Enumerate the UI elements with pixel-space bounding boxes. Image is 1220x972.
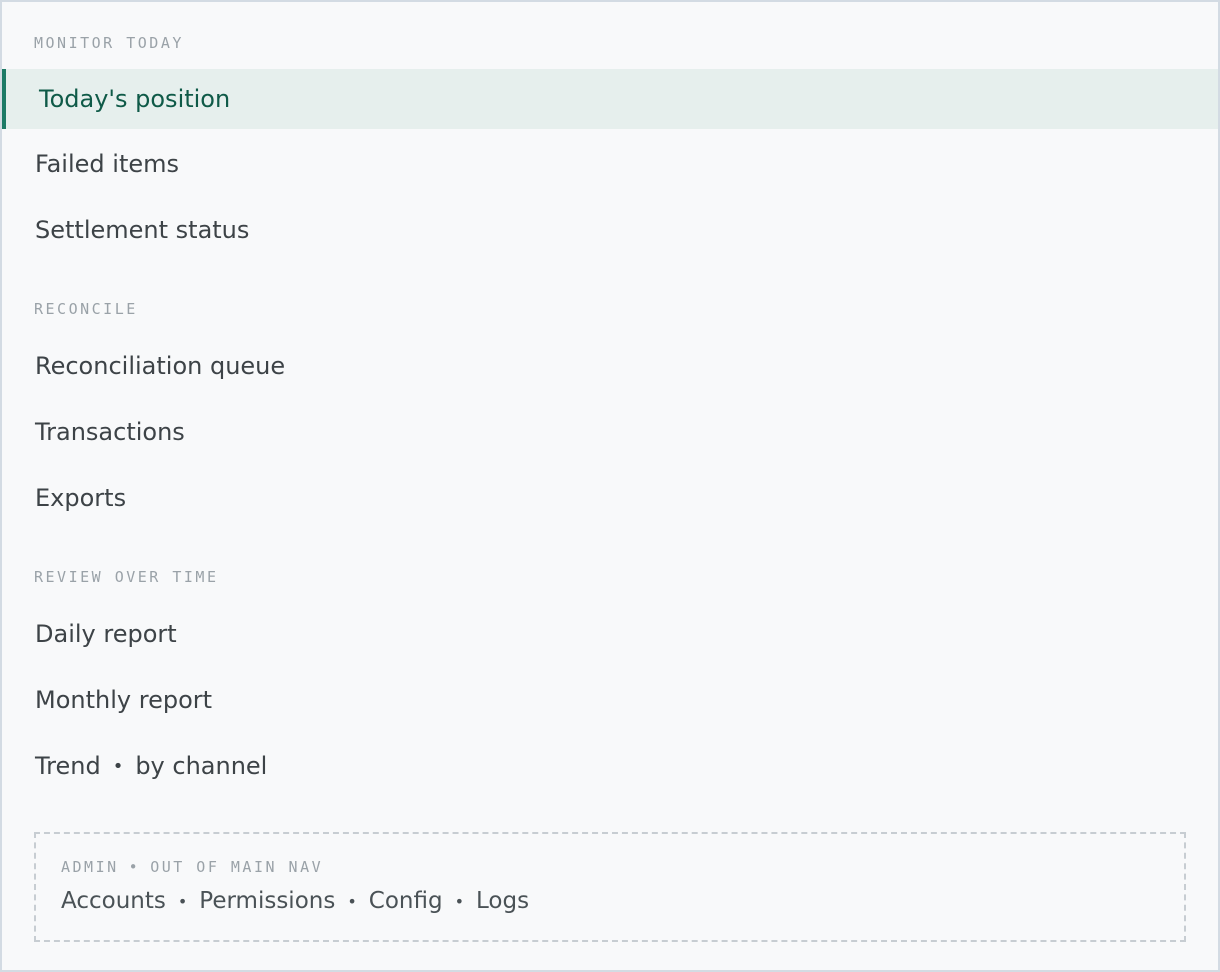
admin-link-permissions[interactable]: Permissions: [199, 888, 335, 914]
nav-item-settlement-status[interactable]: Settlement status: [2, 200, 1218, 260]
nav-item-label: Monthly report: [35, 686, 213, 714]
separator-dot: •: [112, 755, 124, 777]
separator-dot: •: [128, 858, 141, 876]
nav-item-trend-by-channel[interactable]: Trend • by channel: [2, 736, 1218, 796]
nav-item-todays-position[interactable]: Today's position: [2, 69, 1218, 129]
admin-link-accounts[interactable]: Accounts: [61, 888, 166, 914]
nav-item-monthly-report[interactable]: Monthly report: [2, 670, 1218, 730]
nav-item-transactions[interactable]: Transactions: [2, 402, 1218, 462]
section-header-monitor-today: MONITOR TODAY: [34, 34, 184, 52]
nav-item-reconciliation-queue[interactable]: Reconciliation queue: [2, 336, 1218, 396]
admin-links: Accounts • Permissions • Config • Logs: [61, 888, 529, 914]
admin-header: ADMIN • OUT OF MAIN NAV: [61, 860, 323, 875]
admin-link-logs[interactable]: Logs: [476, 888, 529, 914]
admin-panel: ADMIN • OUT OF MAIN NAV Accounts • Permissio…: [34, 832, 1186, 942]
nav-item-label: Trend: [35, 752, 101, 780]
side-navigation: MONITOR TODAY Today's position Failed it…: [0, 0, 1220, 972]
nav-item-label: Today's position: [39, 85, 231, 113]
nav-item-label: Exports: [35, 484, 127, 512]
nav-item-label: Daily report: [35, 620, 177, 648]
section-header-reconcile: RECONCILE: [34, 300, 138, 318]
nav-item-exports[interactable]: Exports: [2, 468, 1218, 528]
separator-dot: •: [177, 892, 188, 911]
nav-item-label: Transactions: [35, 418, 185, 446]
nav-item-label: Reconciliation queue: [35, 352, 286, 380]
admin-header-label: ADMIN: [61, 858, 119, 876]
separator-dot: •: [347, 892, 357, 911]
section-header-review-over-time: REVIEW OVER TIME: [34, 568, 219, 586]
admin-link-config[interactable]: Config: [369, 888, 443, 914]
admin-header-note: OUT OF MAIN NAV: [150, 858, 324, 876]
nav-item-suffix: by channel: [135, 752, 268, 780]
nav-item-daily-report[interactable]: Daily report: [2, 604, 1218, 664]
nav-item-label: Failed items: [35, 150, 179, 178]
nav-item-label: Settlement status: [35, 216, 250, 244]
nav-item-failed-items[interactable]: Failed items: [2, 134, 1218, 194]
separator-dot: •: [454, 892, 465, 911]
